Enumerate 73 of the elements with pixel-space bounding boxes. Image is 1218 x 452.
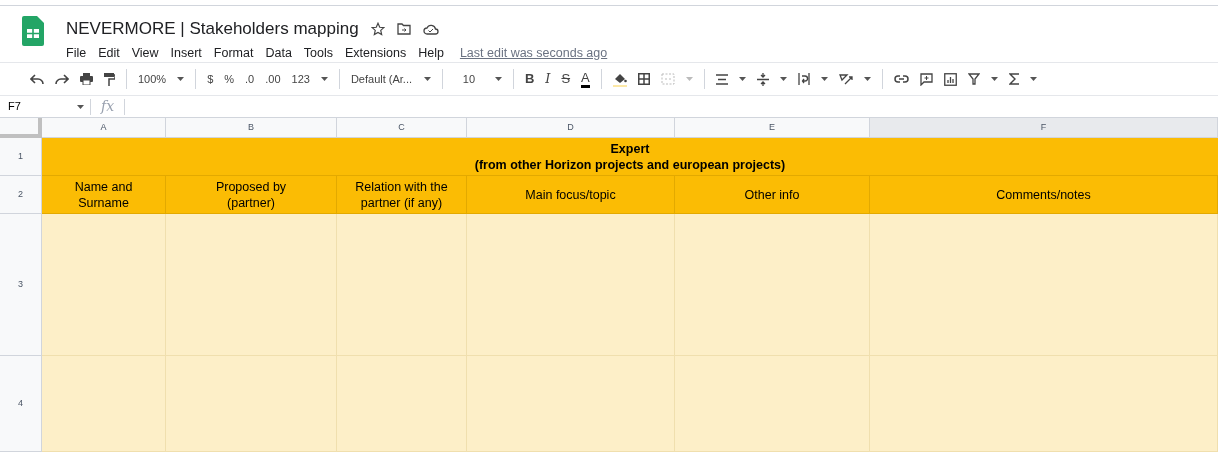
sum-icon[interactable] [1008, 73, 1019, 85]
menu-item[interactable]: Extensions [345, 43, 407, 63]
dropdown-caret-icon[interactable] [779, 77, 787, 81]
fill-color-icon[interactable] [612, 71, 627, 87]
table-cell: Name and Surname [42, 176, 166, 214]
cell-reference[interactable]: F7 [8, 98, 21, 115]
menu-item[interactable]: Insert [170, 43, 202, 63]
table-cell: Main focus/topic [467, 176, 675, 214]
decrease-decimal-button[interactable]: .0 [245, 70, 255, 88]
row-header[interactable]: 1 [0, 138, 42, 176]
table-cell: Other info [675, 176, 870, 214]
increase-decimal-button[interactable]: .00 [265, 70, 281, 88]
dropdown-caret-icon[interactable] [1029, 77, 1037, 81]
align-icon[interactable] [715, 73, 728, 85]
text-wrap-icon[interactable] [797, 73, 810, 85]
table-cell: Comments/notes [870, 176, 1218, 214]
font-size-dropdown[interactable]: 10 [453, 70, 484, 88]
strikethrough-button[interactable]: S [561, 69, 571, 89]
comment-icon[interactable] [919, 72, 933, 86]
menu-item[interactable]: File [66, 43, 87, 63]
menu-item[interactable]: View [131, 43, 159, 63]
filter-icon[interactable] [967, 73, 980, 85]
dropdown-caret-icon[interactable] [177, 77, 185, 81]
menu-item[interactable]: Tools [303, 43, 334, 63]
text-color-button[interactable]: A [581, 70, 590, 88]
column-header[interactable]: C [337, 118, 467, 138]
borders-icon[interactable] [637, 73, 650, 85]
function-label: fx [99, 97, 116, 116]
dropdown-caret-icon[interactable] [320, 77, 328, 81]
zoom-dropdown[interactable]: 100% [138, 70, 167, 88]
spreadsheet-logo-icon[interactable] [22, 16, 44, 46]
dropdown-caret-icon[interactable] [820, 77, 828, 81]
folder-icon[interactable] [396, 22, 411, 35]
column-header[interactable]: E [675, 118, 870, 138]
last-edit-link[interactable]: Last edit was seconds ago [459, 43, 608, 63]
column-header[interactable]: A [42, 118, 166, 138]
dropdown-caret-icon[interactable] [423, 77, 431, 81]
row-header[interactable]: 4 [0, 356, 42, 452]
row-header[interactable]: 2 [0, 176, 42, 214]
text-rotation-icon[interactable] [838, 73, 853, 85]
dropdown-caret-icon[interactable] [990, 77, 998, 81]
table-cell: Expert (from other Horizon projects and european projects) [42, 138, 1218, 176]
table-cell: Proposed by (partner) [166, 176, 337, 214]
menu-item[interactable]: Data [265, 43, 292, 63]
bold-button[interactable]: B [524, 69, 535, 89]
document-title[interactable]: NEVERMORE | Stakeholders mapping [66, 16, 359, 42]
menu-item[interactable]: Format [213, 43, 254, 63]
paint-format-icon[interactable] [104, 72, 115, 86]
row-header[interactable]: 3 [0, 214, 42, 356]
vertical-align-icon[interactable] [756, 72, 769, 86]
link-icon[interactable] [893, 75, 909, 83]
redo-icon[interactable] [55, 74, 69, 84]
undo-icon[interactable] [30, 74, 44, 84]
dropdown-caret-icon[interactable] [863, 77, 871, 81]
merge-cells-icon[interactable] [660, 73, 675, 85]
column-header[interactable]: F [870, 118, 1218, 138]
menu-item[interactable]: Edit [98, 43, 120, 63]
star-icon[interactable] [370, 21, 385, 36]
dropdown-caret-icon[interactable] [77, 104, 84, 109]
print-icon[interactable] [80, 73, 93, 85]
font-dropdown[interactable]: Default (Ar... [350, 70, 413, 88]
column-header[interactable]: D [467, 118, 675, 138]
percent-button[interactable]: % [224, 70, 235, 88]
table-cell: Relation with the partner (if any) [337, 176, 467, 214]
currency-button[interactable]: $ [207, 70, 214, 88]
chart-icon[interactable] [943, 72, 957, 86]
column-header[interactable]: B [166, 118, 337, 138]
number-format-button[interactable]: 123 [291, 70, 310, 88]
italic-button[interactable]: I [545, 69, 551, 89]
cloud-icon[interactable] [422, 22, 439, 35]
menu-item[interactable]: Help [418, 43, 444, 63]
dropdown-caret-icon[interactable] [494, 77, 502, 81]
dropdown-caret-icon[interactable] [738, 77, 746, 81]
